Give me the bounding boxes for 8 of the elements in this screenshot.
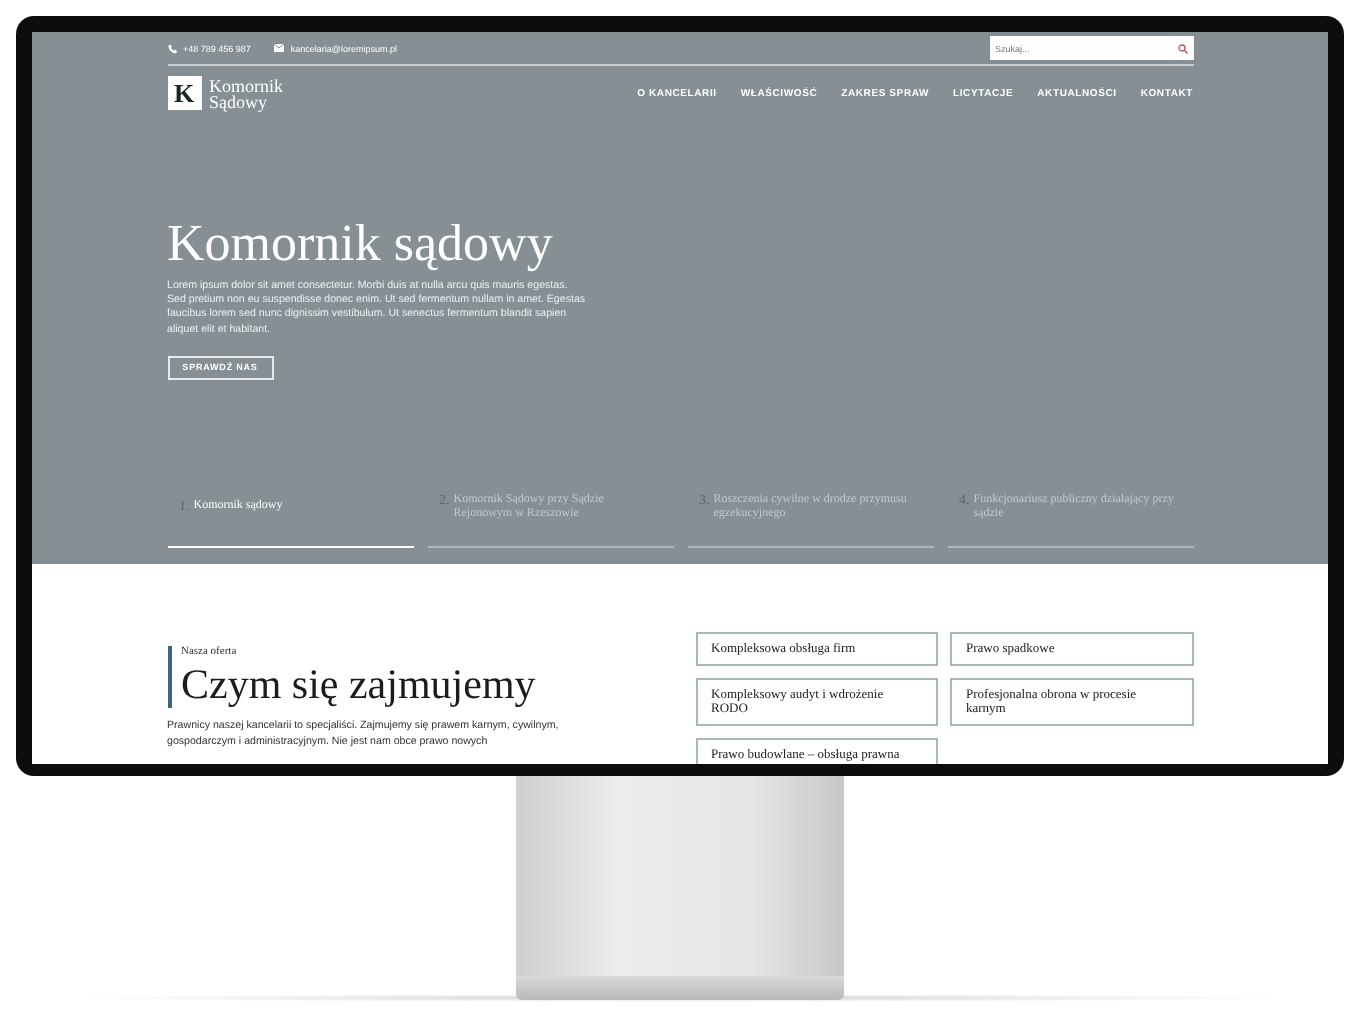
logo-text[interactable]: Komornik xyxy=(209,77,283,93)
logo-mark[interactable]: K xyxy=(167,76,201,110)
envelope-icon xyxy=(274,44,285,52)
phone-icon xyxy=(167,43,177,53)
logo-text[interactable]: Sądowy xyxy=(209,93,283,109)
section-heading: Czym się zajmujemy xyxy=(181,660,538,708)
search-icon xyxy=(1177,43,1187,53)
hero-title: Komornik sądowy xyxy=(167,216,555,272)
